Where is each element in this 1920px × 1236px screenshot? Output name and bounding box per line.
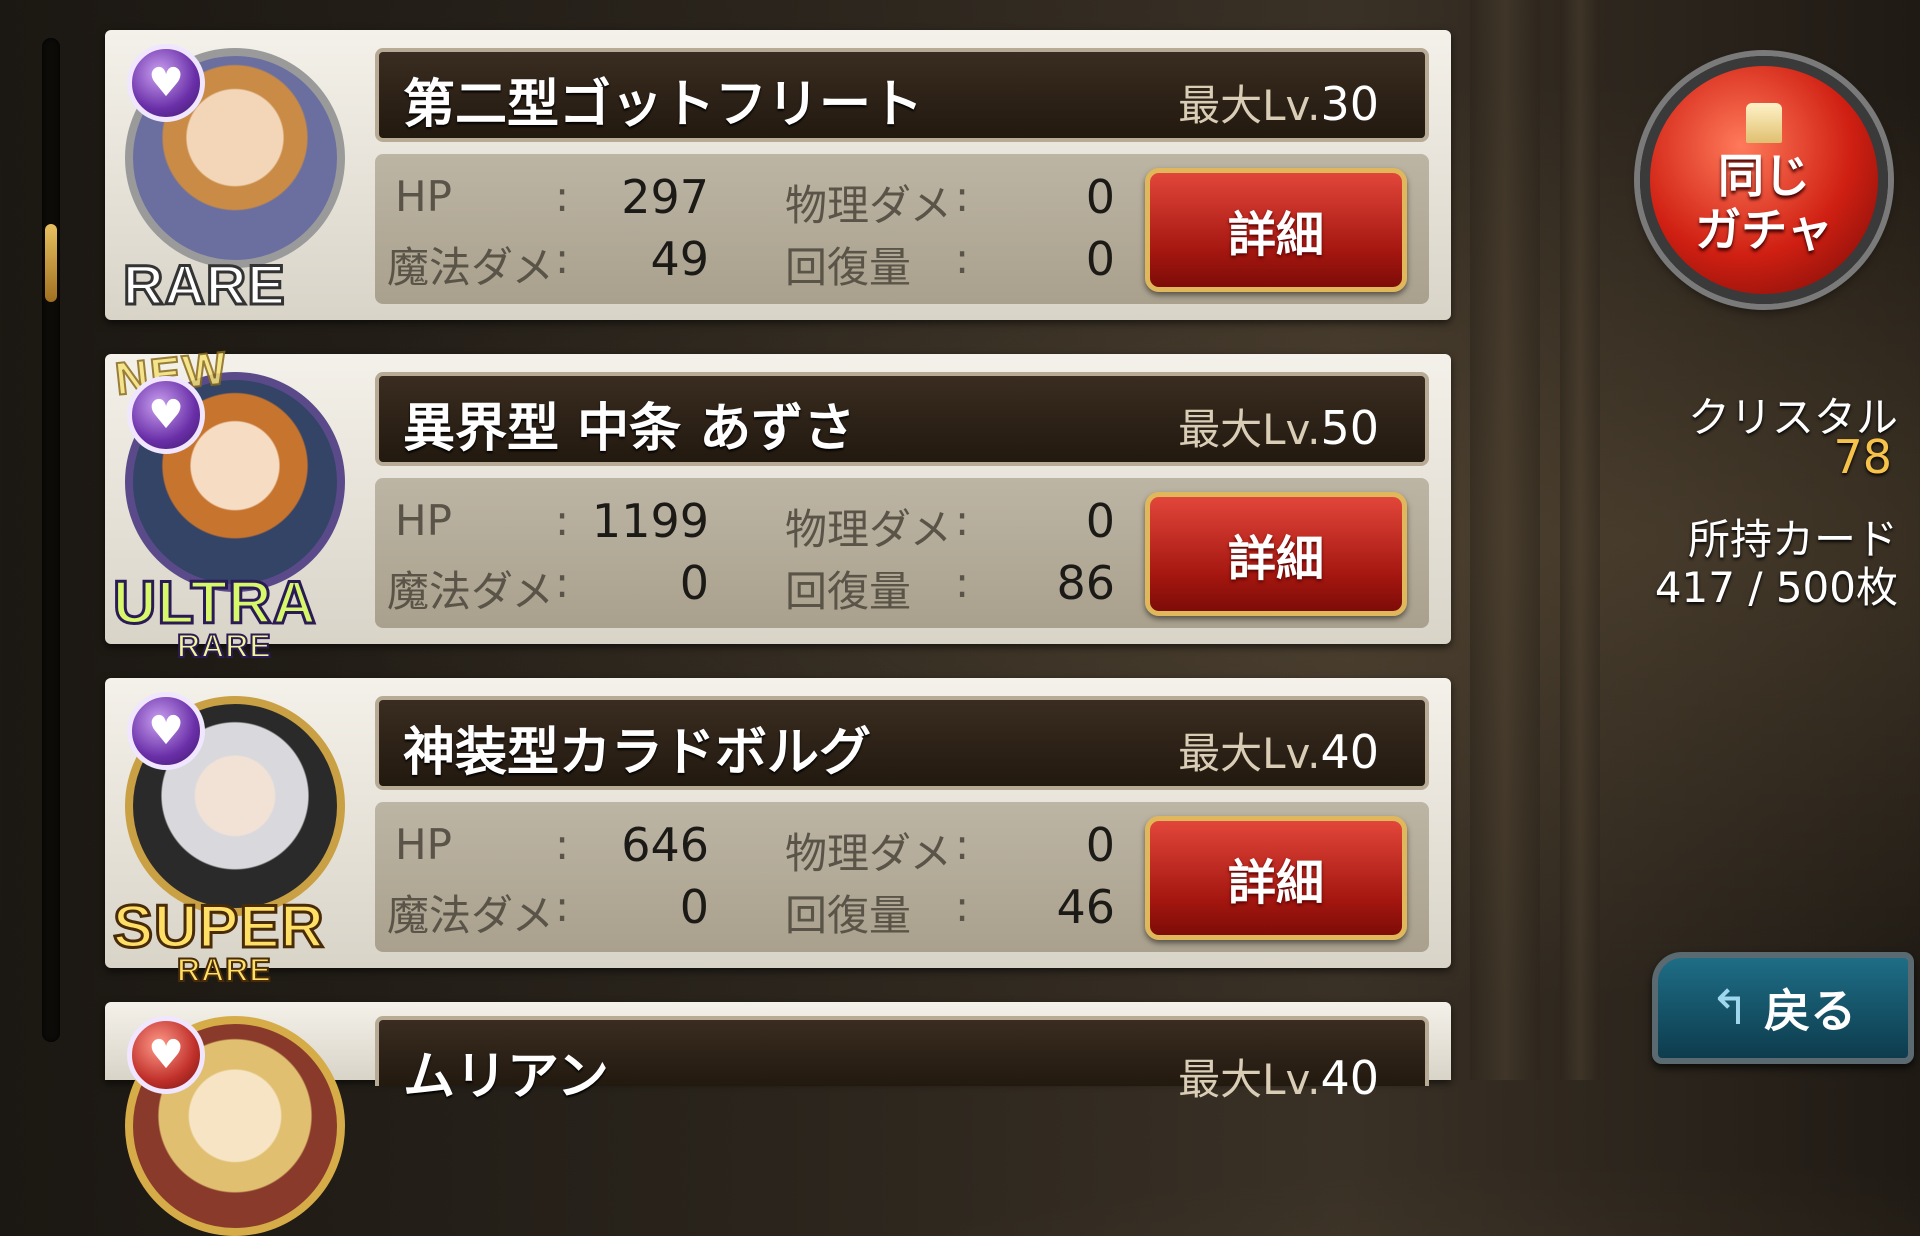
name-bar: 第二型ゴットフリート 最大Lv.30 bbox=[375, 48, 1429, 142]
phys-value: 0 bbox=[1085, 170, 1115, 224]
background-pillar bbox=[1470, 0, 1540, 1080]
max-level: 最大Lv.30 bbox=[1178, 72, 1379, 133]
rarity-label: RARE bbox=[122, 252, 287, 318]
magic-value: 49 bbox=[650, 232, 709, 286]
hp-value: 646 bbox=[621, 818, 709, 872]
detail-button[interactable]: 詳細 bbox=[1145, 492, 1407, 616]
heart-icon: ♥ bbox=[127, 44, 205, 122]
max-level: 最大Lv.40 bbox=[1178, 1046, 1379, 1107]
magic-value: 0 bbox=[679, 880, 709, 934]
hp-label: HP bbox=[395, 172, 452, 221]
max-level-value: 50 bbox=[1320, 401, 1379, 455]
magic-label: 魔法ダメ bbox=[387, 243, 554, 292]
max-level: 最大Lv.50 bbox=[1178, 396, 1379, 457]
magic-label: 魔法ダメ bbox=[387, 891, 554, 940]
max-level-value: 40 bbox=[1320, 725, 1379, 779]
name-bar: 異界型 中条 あずさ 最大Lv.50 bbox=[375, 372, 1429, 466]
heal-label: 回復量 bbox=[785, 567, 912, 616]
back-button[interactable]: ↰ 戻る bbox=[1652, 952, 1914, 1064]
card-name: 第二型ゴットフリート bbox=[403, 75, 924, 135]
gacha-button-line2: ガチャ bbox=[1695, 203, 1833, 257]
heal-label: 回復量 bbox=[785, 243, 912, 292]
card-row: ♥ SUPER RARE 神装型カラドボルグ 最大Lv.40 HP : 646 … bbox=[105, 678, 1451, 989]
back-button-label: 戻る bbox=[1764, 984, 1857, 1038]
heal-value: 0 bbox=[1085, 232, 1115, 286]
owned-cards-value: 417 / 500枚 bbox=[1654, 563, 1898, 612]
hp-value: 1199 bbox=[591, 494, 709, 548]
detail-button[interactable]: 詳細 bbox=[1145, 816, 1407, 940]
detail-button-label: 詳細 bbox=[1227, 531, 1324, 587]
rarity-sub-label: RARE bbox=[176, 951, 272, 989]
rarity-label: SUPER bbox=[112, 892, 326, 962]
capsule-icon bbox=[1746, 103, 1782, 143]
max-level-prefix: 最大Lv. bbox=[1178, 81, 1321, 130]
heart-icon: ♥ bbox=[127, 1016, 205, 1094]
card-name: 神装型カラドボルグ bbox=[403, 723, 872, 783]
same-gacha-button[interactable]: 同じ ガチャ bbox=[1640, 56, 1888, 304]
phys-label: 物理ダメ bbox=[785, 829, 952, 878]
max-level: 最大Lv.40 bbox=[1178, 720, 1379, 781]
crystal-value: 78 bbox=[1833, 430, 1892, 484]
phys-value: 0 bbox=[1085, 818, 1115, 872]
heal-label: 回復量 bbox=[785, 891, 912, 940]
scrollbar-track[interactable] bbox=[42, 38, 60, 1042]
card-name: 異界型 中条 あずさ bbox=[403, 399, 856, 459]
heal-value: 46 bbox=[1056, 880, 1115, 934]
card-row: ♥ RARE 第二型ゴットフリート 最大Lv.30 HP : 297 物理ダメ … bbox=[105, 30, 1451, 320]
detail-button-label: 詳細 bbox=[1227, 207, 1324, 263]
phys-value: 0 bbox=[1085, 494, 1115, 548]
detail-button[interactable]: 詳細 bbox=[1145, 168, 1407, 292]
gacha-button-line1: 同じ bbox=[1718, 149, 1810, 203]
hp-value: 297 bbox=[621, 170, 709, 224]
max-level-value: 30 bbox=[1320, 77, 1379, 131]
name-bar: 神装型カラドボルグ 最大Lv.40 bbox=[375, 696, 1429, 790]
back-arrow-icon: ↰ bbox=[1709, 980, 1751, 1036]
rarity-sub-label: RARE bbox=[176, 627, 272, 665]
phys-label: 物理ダメ bbox=[785, 505, 952, 554]
name-bar: ムリアン 最大Lv.40 bbox=[375, 1016, 1429, 1107]
max-level-prefix: 最大Lv. bbox=[1178, 405, 1321, 454]
card-name: ムリアン bbox=[403, 1047, 609, 1107]
heal-value: 86 bbox=[1056, 556, 1115, 610]
scrollbar-thumb[interactable] bbox=[45, 224, 57, 302]
magic-value: 0 bbox=[679, 556, 709, 610]
heart-icon: ♥ bbox=[127, 376, 205, 454]
background-pillar bbox=[1560, 0, 1600, 1080]
phys-label: 物理ダメ bbox=[785, 181, 952, 230]
max-level-prefix: 最大Lv. bbox=[1178, 729, 1321, 778]
magic-label: 魔法ダメ bbox=[387, 567, 554, 616]
heart-icon: ♥ bbox=[127, 692, 205, 770]
hp-label: HP bbox=[395, 496, 452, 545]
max-level-value: 40 bbox=[1320, 1051, 1379, 1105]
detail-button-label: 詳細 bbox=[1227, 855, 1324, 911]
card-row: ♥ ムリアン 最大Lv.40 bbox=[105, 1002, 1451, 1236]
card-row: NEW ♥ ULTRA RARE 異界型 中条 あずさ 最大Lv.50 HP :… bbox=[105, 340, 1451, 665]
hp-label: HP bbox=[395, 820, 452, 869]
rarity-label: ULTRA bbox=[112, 568, 318, 638]
